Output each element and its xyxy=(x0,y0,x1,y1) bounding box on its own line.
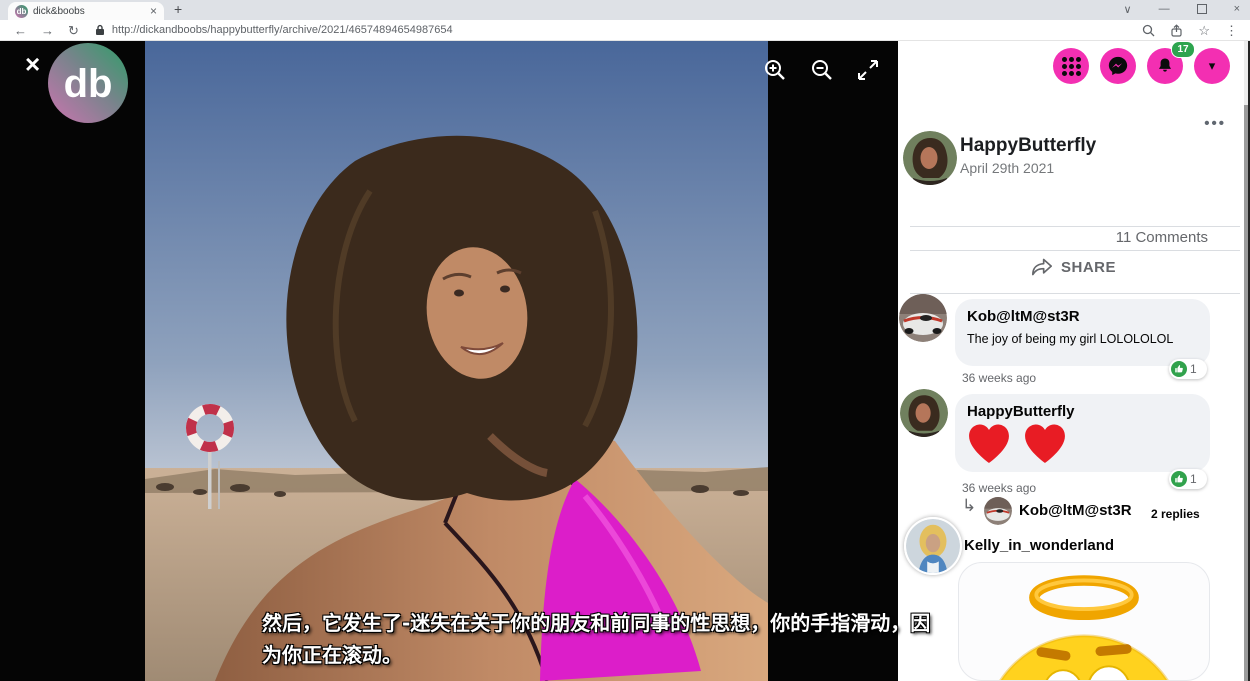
thumbs-up-icon xyxy=(1171,361,1187,377)
window-chevron-icon[interactable]: ∨ xyxy=(1124,3,1132,16)
tab-title: dick&boobs xyxy=(33,6,145,17)
browser-toolbar: ← → ↻ http://dickandboobs/happybutterfly… xyxy=(0,20,1250,41)
thumbs-up-icon xyxy=(1171,471,1187,487)
tab-bar: db dick&boobs × + ∨ — × xyxy=(0,0,1250,20)
share-label: SHARE xyxy=(1061,259,1116,276)
share-button[interactable]: SHARE xyxy=(898,258,1250,276)
messenger-icon xyxy=(1107,55,1129,77)
new-tab-button[interactable]: + xyxy=(174,1,182,17)
share-arrow-icon xyxy=(1032,258,1052,276)
commenter-avatar[interactable] xyxy=(904,517,962,575)
window-controls: ∨ — × xyxy=(1124,0,1241,18)
reload-icon[interactable]: ↻ xyxy=(68,24,79,37)
commenter-avatar[interactable] xyxy=(899,294,947,342)
apps-grid-button[interactable] xyxy=(1053,48,1089,84)
post-options-icon[interactable]: ••• xyxy=(1204,115,1226,132)
bell-icon xyxy=(1155,56,1175,76)
subtitle-overlay: 然后，它发生了-迷失在关于你的朋友和前同事的性思想，你的手指滑动，因 为你正在滚… xyxy=(262,607,1022,671)
site-favicon-icon: db xyxy=(15,5,28,18)
comment-text: The joy of being my girl LOLOLOLOL xyxy=(967,332,1198,346)
browser-window: db dick&boobs × + ∨ — × ← → ↻ http://dic… xyxy=(0,0,1250,681)
zoom-out-icon[interactable] xyxy=(810,58,834,82)
reply-author-avatar[interactable] xyxy=(984,497,1012,525)
window-close-icon[interactable]: × xyxy=(1234,3,1240,15)
reply-arrow-icon: ↳ xyxy=(962,497,976,514)
comment-time: 36 weeks ago xyxy=(962,371,1036,385)
zoom-in-icon[interactable] xyxy=(763,58,787,82)
address-bar[interactable]: http://dickandboobs/happybutterfly/archi… xyxy=(95,24,1142,36)
window-minimize-icon[interactable]: — xyxy=(1159,3,1170,15)
commenter-name[interactable]: Kob@ltM@st3R xyxy=(967,308,1198,325)
replies-count[interactable]: 2 replies xyxy=(1151,507,1200,521)
toolbar-icons: ☆ ⋮ xyxy=(1142,24,1238,37)
page-content: × db xyxy=(0,41,1250,681)
account-menu-button[interactable]: ▾ xyxy=(1194,48,1230,84)
like-count-pill[interactable]: 1 xyxy=(1169,469,1207,489)
chevron-down-icon: ▾ xyxy=(1209,58,1216,74)
post-author-name[interactable]: HappyButterfly xyxy=(960,135,1096,157)
site-logo[interactable]: db xyxy=(48,43,128,123)
messenger-button[interactable] xyxy=(1100,48,1136,84)
subtitle-line-2: 为你正在滚动。 xyxy=(262,639,1022,671)
divider xyxy=(910,250,1240,251)
url-text[interactable]: http://dickandboobs/happybutterfly/archi… xyxy=(112,24,453,36)
comment-bubble: HappyButterfly xyxy=(955,394,1210,472)
post-photo[interactable] xyxy=(145,41,768,681)
notification-count-badge: 17 xyxy=(1171,41,1195,58)
comments-panel: 17 ▾ ••• HappyButterfly April 29th 2021 … xyxy=(898,41,1250,681)
commenter-name[interactable]: HappyButterfly xyxy=(967,403,1198,420)
share-page-icon[interactable] xyxy=(1170,24,1183,37)
reply-author-name[interactable]: Kob@ltM@st3R xyxy=(1019,502,1132,519)
zoom-magnifier-icon[interactable] xyxy=(1142,24,1155,37)
back-icon[interactable]: ← xyxy=(14,24,27,37)
like-count: 1 xyxy=(1190,472,1197,486)
tab-close-icon[interactable]: × xyxy=(150,5,157,17)
fullscreen-expand-icon[interactable] xyxy=(857,59,879,81)
apps-grid-icon xyxy=(1062,57,1081,76)
forward-icon[interactable]: → xyxy=(41,24,54,37)
bookmark-star-icon[interactable]: ☆ xyxy=(1198,24,1210,37)
site-info-lock-icon[interactable] xyxy=(95,24,105,36)
subtitle-line-1: 然后，它发生了-迷失在关于你的朋友和前同事的性思想，你的手指滑动，因 xyxy=(262,607,1022,639)
like-count-pill[interactable]: 1 xyxy=(1169,359,1207,379)
comment-time: 36 weeks ago xyxy=(962,481,1036,495)
post-date: April 29th 2021 xyxy=(960,160,1054,176)
photo-viewer-controls xyxy=(763,58,879,82)
menu-kebab-icon[interactable]: ⋮ xyxy=(1225,24,1238,37)
commenter-avatar[interactable] xyxy=(900,389,948,437)
like-count: 1 xyxy=(1190,362,1197,376)
heart-icon xyxy=(967,423,1011,463)
window-restore-icon[interactable] xyxy=(1197,4,1207,14)
comment-bubble: Kob@ltM@st3R The joy of being my girl LO… xyxy=(955,299,1210,366)
heart-icon xyxy=(1023,423,1067,463)
divider xyxy=(910,226,1240,227)
comments-count[interactable]: 11 Comments xyxy=(1116,229,1208,246)
commenter-name[interactable]: Kelly_in_wonderland xyxy=(964,537,1114,554)
divider xyxy=(910,293,1240,294)
post-author-avatar[interactable] xyxy=(903,131,957,185)
viewer-close-icon[interactable]: × xyxy=(25,51,40,77)
browser-tab[interactable]: db dick&boobs × xyxy=(8,2,164,20)
